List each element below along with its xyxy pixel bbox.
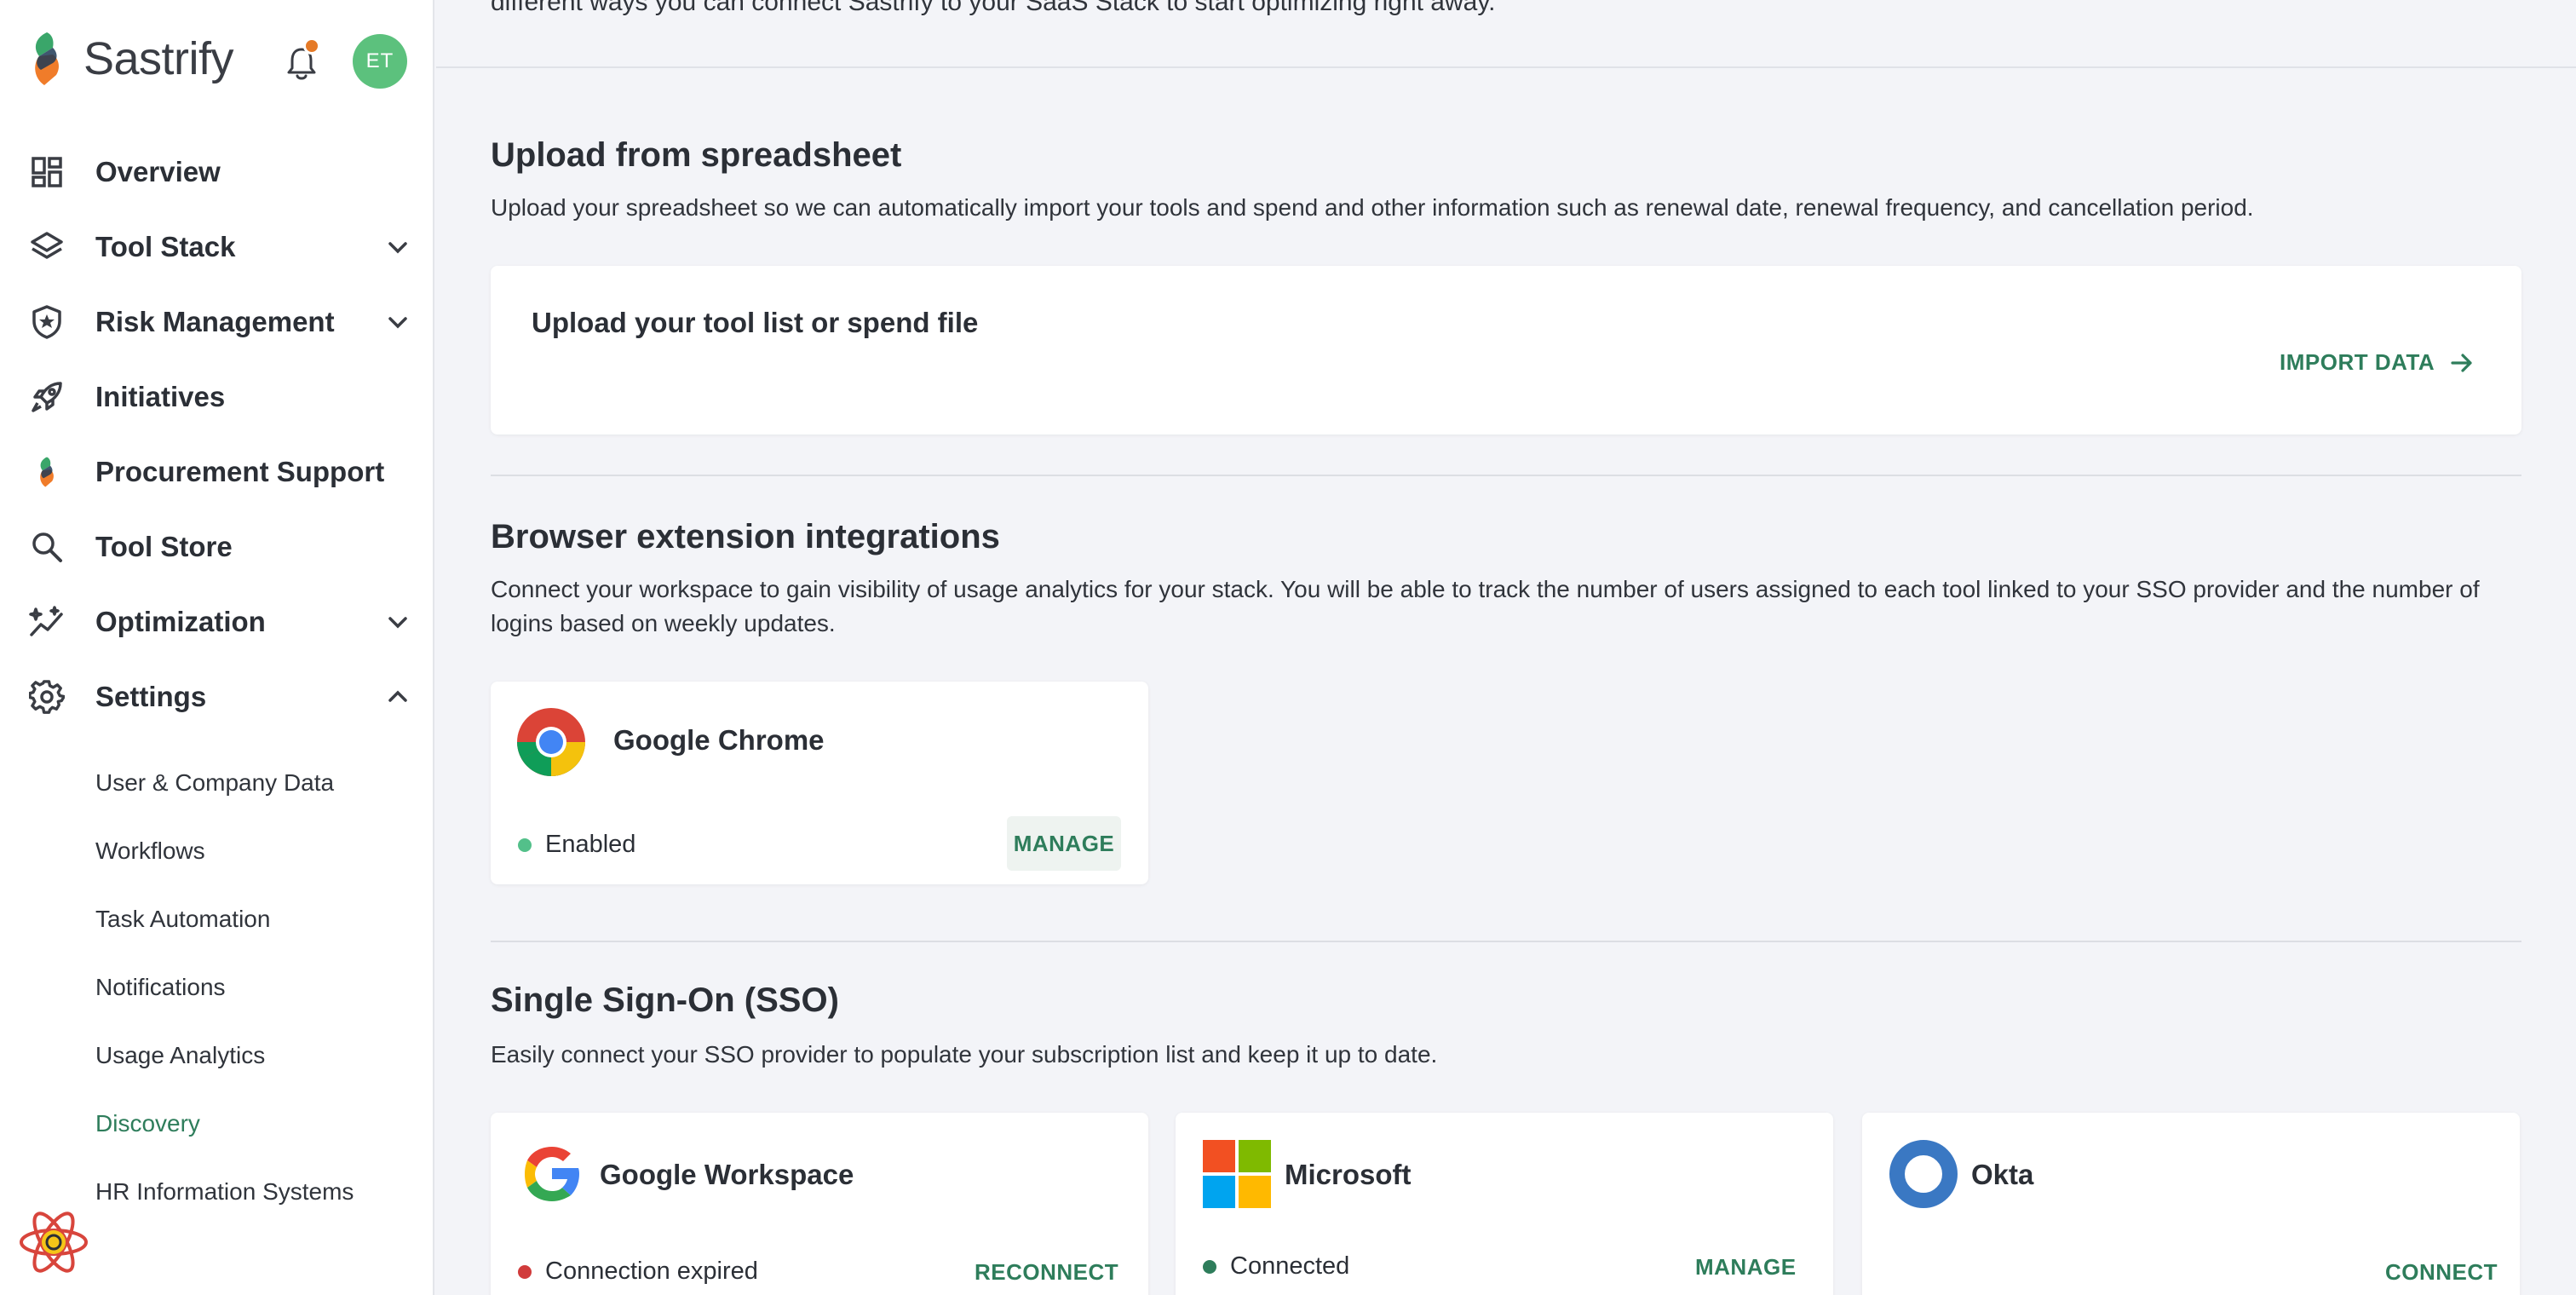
subnav-notifications[interactable]: Notifications (95, 974, 226, 1001)
okta-title: Okta (1971, 1159, 2034, 1190)
nav-item-tool-store[interactable]: Tool Store (0, 513, 433, 581)
nav-label-procurement-support: Procurement Support (95, 456, 385, 487)
nav-label-settings: Settings (95, 681, 207, 712)
status-dot-enabled (518, 837, 532, 852)
reconnect-button[interactable]: RECONNECT (975, 1259, 1118, 1286)
browser-section-description: Connect your workspace to gain visibilit… (491, 576, 2480, 636)
chrome-manage-label: MANAGE (1013, 830, 1115, 856)
subnav-task-automation[interactable]: Task Automation (95, 906, 270, 933)
nav-label-optimization: Optimization (95, 606, 266, 637)
brand-name: Sastrify (83, 33, 234, 84)
google-workspace-status: Connection expired (518, 1258, 758, 1286)
react-devtools-icon[interactable] (17, 1206, 90, 1279)
nav-item-procurement-support[interactable]: Procurement Support (0, 438, 433, 506)
import-data-label: IMPORT DATA (2280, 349, 2435, 375)
section-divider (491, 475, 2521, 476)
sastrify-logo-icon (29, 454, 65, 490)
sso-section-description: Easily connect your SSO provider to popu… (491, 1041, 1438, 1068)
subnav-usage-analytics[interactable]: Usage Analytics (95, 1042, 265, 1069)
microsoft-status: Connected (1203, 1252, 1349, 1281)
import-data-button[interactable]: IMPORT DATA (2280, 349, 2474, 376)
search-icon (29, 529, 65, 565)
layers-icon (29, 229, 65, 265)
chrome-manage-button[interactable]: MANAGE (1007, 816, 1121, 871)
nav-item-settings[interactable]: Settings (0, 663, 433, 731)
sso-card-okta: Okta CONNECT (1862, 1113, 2520, 1295)
nav-label-risk-management: Risk Management (95, 306, 335, 337)
google-chrome-icon (517, 708, 585, 776)
nav-item-overview[interactable]: Overview (0, 138, 433, 206)
status-dot-connected (1203, 1259, 1216, 1274)
microsoft-icon (1203, 1140, 1271, 1208)
sidebar: Sastrify ET Overview Tool Stack Risk Man… (0, 0, 434, 1295)
sparkle-chart-icon (29, 604, 65, 640)
microsoft-title: Microsoft (1285, 1159, 1412, 1190)
chrome-card-title: Google Chrome (613, 724, 825, 756)
google-workspace-status-text: Connection expired (545, 1258, 758, 1285)
nav-item-initiatives[interactable]: Initiatives (0, 363, 433, 431)
chevron-down-icon[interactable] (385, 234, 411, 260)
main-content: different ways you can connect Sastrify … (436, 0, 2576, 1295)
upload-card-title: Upload your tool list or spend file (532, 307, 979, 338)
subnav-hr-information-systems[interactable]: HR Information Systems (95, 1178, 354, 1206)
chevron-down-icon[interactable] (385, 309, 411, 335)
nav-item-tool-stack[interactable]: Tool Stack (0, 213, 433, 281)
sastrify-logo-icon (35, 32, 59, 85)
upload-section-title: Upload from spreadsheet (491, 136, 902, 174)
nav-label-overview: Overview (95, 156, 221, 187)
subnav-workflows[interactable]: Workflows (95, 837, 205, 865)
okta-icon (1889, 1140, 1958, 1208)
nav-item-optimization[interactable]: Optimization (0, 588, 433, 656)
nav-label-tool-stack: Tool Stack (95, 231, 236, 262)
subnav-user-company-data[interactable]: User & Company Data (95, 769, 334, 797)
sso-section-title: Single Sign-On (SSO) (491, 981, 839, 1019)
shield-icon (29, 304, 65, 340)
browser-section-title: Browser extension integrations (491, 518, 1000, 555)
header-divider (436, 66, 2576, 68)
sso-card-google-workspace: Google Workspace Connection expired RECO… (491, 1113, 1148, 1295)
google-workspace-title: Google Workspace (600, 1159, 854, 1190)
user-avatar[interactable]: ET (353, 34, 407, 89)
chevron-down-icon[interactable] (385, 609, 411, 635)
notification-badge (303, 37, 320, 55)
gear-icon (29, 679, 65, 715)
brand[interactable]: Sastrify (27, 31, 234, 87)
google-g-icon (525, 1147, 579, 1201)
section-divider (491, 941, 2521, 942)
chrome-status: Enabled (518, 831, 635, 859)
nav-label-tool-store: Tool Store (95, 531, 233, 562)
microsoft-status-text: Connected (1230, 1252, 1350, 1280)
dashboard-icon (29, 154, 65, 190)
nav-item-risk-management[interactable]: Risk Management (0, 288, 433, 356)
sso-card-microsoft: Microsoft Connected MANAGE (1176, 1113, 1833, 1295)
nav-label-initiatives: Initiatives (95, 381, 226, 412)
chrome-card: Google Chrome Enabled MANAGE (491, 682, 1148, 884)
chrome-status-text: Enabled (545, 831, 636, 858)
rocket-icon (29, 379, 65, 415)
arrow-right-icon (2451, 353, 2472, 372)
chevron-up-icon[interactable] (385, 684, 411, 710)
okta-connect-button[interactable]: CONNECT (2385, 1259, 2498, 1286)
upload-section-description: Upload your spreadsheet so we can automa… (491, 194, 2254, 221)
intro-text: different ways you can connect Sastrify … (491, 0, 1496, 16)
upload-card: Upload your tool list or spend file IMPO… (491, 266, 2521, 435)
status-dot-expired (518, 1264, 532, 1279)
subnav-discovery[interactable]: Discovery (95, 1110, 200, 1137)
microsoft-manage-button[interactable]: MANAGE (1695, 1254, 1797, 1281)
